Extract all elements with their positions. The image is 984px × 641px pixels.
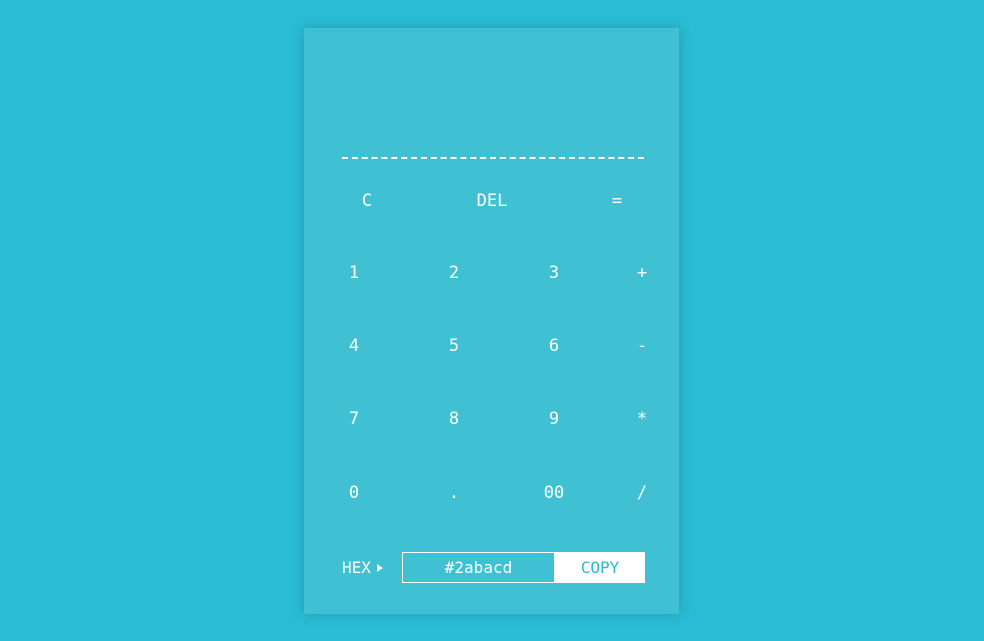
digit-2-button[interactable]: 2 — [424, 253, 484, 293]
digit-4-button[interactable]: 4 — [324, 326, 384, 366]
copy-button[interactable]: COPY — [555, 552, 645, 583]
calculator-display — [342, 48, 644, 148]
color-mode-toggle[interactable]: HEX — [342, 552, 383, 583]
clear-button[interactable]: C — [337, 181, 397, 221]
calculator-panel: C DEL = 1 2 3 + 4 5 6 - 7 8 9 * 0 . 00 /… — [304, 28, 679, 614]
digit-0-button[interactable]: 0 — [324, 473, 384, 513]
delete-button[interactable]: DEL — [447, 181, 537, 221]
divide-button[interactable]: / — [612, 473, 672, 513]
digit-8-button[interactable]: 8 — [424, 399, 484, 439]
triangle-right-icon — [376, 563, 383, 572]
equals-button[interactable]: = — [587, 181, 647, 221]
digit-5-button[interactable]: 5 — [424, 326, 484, 366]
plus-button[interactable]: + — [612, 253, 672, 293]
digit-9-button[interactable]: 9 — [524, 399, 584, 439]
decimal-button[interactable]: . — [424, 473, 484, 513]
multiply-button[interactable]: * — [612, 399, 672, 439]
digit-1-button[interactable]: 1 — [324, 253, 384, 293]
hex-value-input[interactable] — [402, 552, 555, 583]
display-divider — [342, 157, 644, 159]
minus-button[interactable]: - — [612, 326, 672, 366]
digit-7-button[interactable]: 7 — [324, 399, 384, 439]
color-mode-label: HEX — [342, 558, 371, 577]
double-zero-button[interactable]: 00 — [524, 473, 584, 513]
digit-6-button[interactable]: 6 — [524, 326, 584, 366]
digit-3-button[interactable]: 3 — [524, 253, 584, 293]
hex-color-row: HEX COPY — [342, 552, 646, 583]
